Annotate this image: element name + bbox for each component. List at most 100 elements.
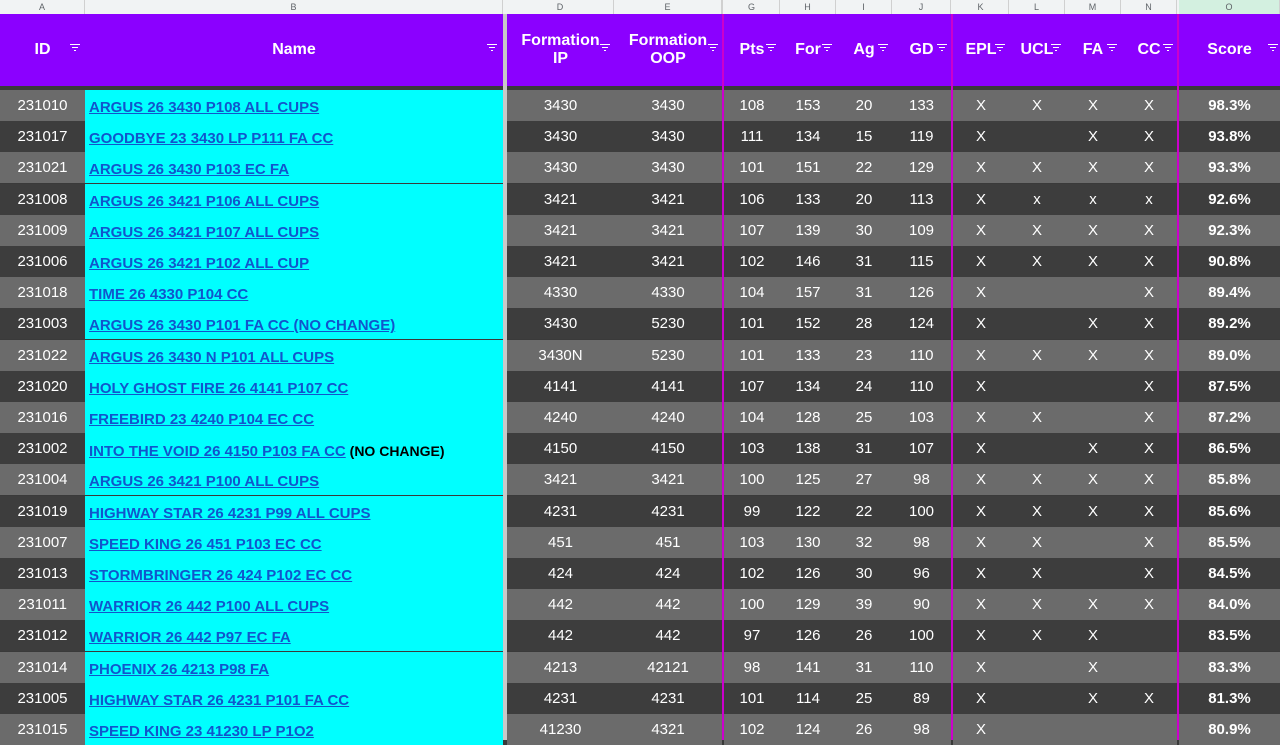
cell-epl[interactable]: X (953, 558, 1009, 589)
cell-epl[interactable]: X (953, 121, 1009, 153)
cell-ag[interactable]: 26 (836, 620, 892, 652)
cell-name[interactable]: STORMBRINGER 26 424 P102 EC CC (85, 558, 503, 589)
cell-for[interactable]: 125 (780, 464, 836, 496)
cell-ag[interactable]: 28 (836, 308, 892, 340)
cell-ip[interactable]: 4231 (507, 495, 614, 527)
cell-ip[interactable]: 4330 (507, 277, 614, 309)
cell-epl[interactable]: X (953, 495, 1009, 527)
cell-ucl[interactable]: X (1009, 214, 1065, 246)
cell-gd[interactable]: 96 (892, 558, 951, 589)
cell-ucl[interactable]: X (1009, 589, 1065, 621)
cell-gd[interactable]: 90 (892, 589, 951, 621)
cell-score[interactable]: 89.4% (1179, 277, 1280, 309)
cell-ag[interactable]: 24 (836, 370, 892, 402)
cell-name[interactable]: ARGUS 26 3430 P103 EC FA (85, 152, 503, 184)
cell-oop[interactable]: 5230 (614, 339, 722, 371)
column-letter-e[interactable]: E (614, 0, 722, 14)
cell-ucl[interactable] (1009, 682, 1065, 714)
header-formation-oop[interactable]: Formation OOP (614, 14, 722, 86)
cell-gd[interactable]: 100 (892, 620, 951, 652)
cell-ucl[interactable]: X (1009, 402, 1065, 433)
cell-fa[interactable] (1065, 558, 1121, 589)
cell-oop[interactable]: 3421 (614, 246, 722, 277)
cell-for[interactable]: 124 (780, 714, 836, 745)
cell-oop[interactable]: 424 (614, 558, 722, 589)
cell-score[interactable]: 85.6% (1179, 495, 1280, 527)
cell-epl[interactable]: X (953, 214, 1009, 246)
filter-icon[interactable] (1107, 44, 1117, 52)
cell-gd[interactable]: 98 (892, 526, 951, 558)
cell-gd[interactable]: 107 (892, 433, 951, 465)
filter-icon[interactable] (70, 44, 80, 52)
column-letter-d[interactable]: D (507, 0, 614, 14)
cell-oop[interactable]: 3421 (614, 214, 722, 246)
cell-id[interactable]: 231003 (0, 308, 85, 340)
cell-score[interactable]: 85.8% (1179, 464, 1280, 496)
cell-fa[interactable] (1065, 714, 1121, 745)
cell-ip[interactable]: 41230 (507, 714, 614, 745)
cell-ag[interactable]: 31 (836, 246, 892, 277)
cell-pts[interactable]: 102 (724, 246, 780, 277)
header-formation-ip[interactable]: Formation IP (507, 14, 614, 86)
cell-id[interactable]: 231010 (0, 90, 85, 121)
cell-oop[interactable]: 4330 (614, 277, 722, 309)
column-letter-f[interactable] (722, 0, 723, 14)
cell-epl[interactable]: X (953, 183, 1009, 215)
filter-icon[interactable] (708, 44, 718, 52)
cell-for[interactable]: 133 (780, 183, 836, 215)
cell-ucl[interactable]: x (1009, 183, 1065, 215)
cell-ag[interactable]: 15 (836, 121, 892, 153)
cell-fa[interactable]: X (1065, 339, 1121, 371)
row-name-link[interactable]: SPEED KING 23 41230 LP P1O2 (89, 723, 314, 740)
filter-icon[interactable] (1163, 44, 1173, 52)
cell-ucl[interactable]: X (1009, 558, 1065, 589)
cell-name[interactable]: SPEED KING 23 41230 LP P1O2 (85, 714, 503, 745)
cell-id[interactable]: 231005 (0, 682, 85, 714)
cell-ag[interactable]: 31 (836, 433, 892, 465)
cell-ip[interactable]: 3421 (507, 246, 614, 277)
cell-gd[interactable]: 109 (892, 214, 951, 246)
cell-id[interactable]: 231004 (0, 464, 85, 496)
cell-ucl[interactable]: X (1009, 495, 1065, 527)
cell-pts[interactable]: 111 (724, 121, 780, 153)
cell-for[interactable]: 146 (780, 246, 836, 277)
cell-ip[interactable]: 3421 (507, 183, 614, 215)
cell-cc[interactable]: X (1121, 433, 1177, 465)
cell-fa[interactable] (1065, 370, 1121, 402)
column-letter-m[interactable]: M (1065, 0, 1121, 14)
cell-ucl[interactable]: X (1009, 620, 1065, 652)
filter-icon[interactable] (1051, 44, 1061, 52)
filter-icon[interactable] (766, 44, 776, 52)
cell-epl[interactable]: X (953, 402, 1009, 433)
cell-oop[interactable]: 3421 (614, 183, 722, 215)
cell-pts[interactable]: 101 (724, 308, 780, 340)
cell-epl[interactable]: X (953, 277, 1009, 309)
row-name-link[interactable]: ARGUS 26 3421 P102 ALL CUP (89, 255, 309, 272)
cell-fa[interactable]: X (1065, 651, 1121, 683)
row-name-link[interactable]: ARGUS 26 3421 P100 ALL CUPS (89, 473, 319, 490)
cell-pts[interactable]: 100 (724, 464, 780, 496)
cell-ucl[interactable]: X (1009, 90, 1065, 121)
cell-epl[interactable]: X (953, 246, 1009, 277)
cell-oop[interactable]: 4150 (614, 433, 722, 465)
row-name-link[interactable]: GOODBYE 23 3430 LP P111 FA CC (89, 130, 333, 147)
cell-gd[interactable]: 100 (892, 495, 951, 527)
cell-gd[interactable]: 126 (892, 277, 951, 309)
cell-for[interactable]: 157 (780, 277, 836, 309)
cell-fa[interactable] (1065, 402, 1121, 433)
cell-score[interactable]: 93.8% (1179, 121, 1280, 153)
cell-gd[interactable]: 129 (892, 152, 951, 184)
cell-oop[interactable]: 42121 (614, 651, 722, 683)
cell-ag[interactable]: 39 (836, 589, 892, 621)
cell-gd[interactable]: 98 (892, 714, 951, 745)
cell-score[interactable]: 92.3% (1179, 214, 1280, 246)
cell-ag[interactable]: 27 (836, 464, 892, 496)
cell-id[interactable]: 231019 (0, 495, 85, 527)
cell-for[interactable]: 129 (780, 589, 836, 621)
cell-cc[interactable]: X (1121, 277, 1177, 309)
cell-cc[interactable]: X (1121, 682, 1177, 714)
cell-fa[interactable]: X (1065, 433, 1121, 465)
cell-ucl[interactable] (1009, 651, 1065, 683)
cell-name[interactable]: WARRIOR 26 442 P100 ALL CUPS (85, 589, 503, 621)
cell-score[interactable]: 84.0% (1179, 589, 1280, 621)
